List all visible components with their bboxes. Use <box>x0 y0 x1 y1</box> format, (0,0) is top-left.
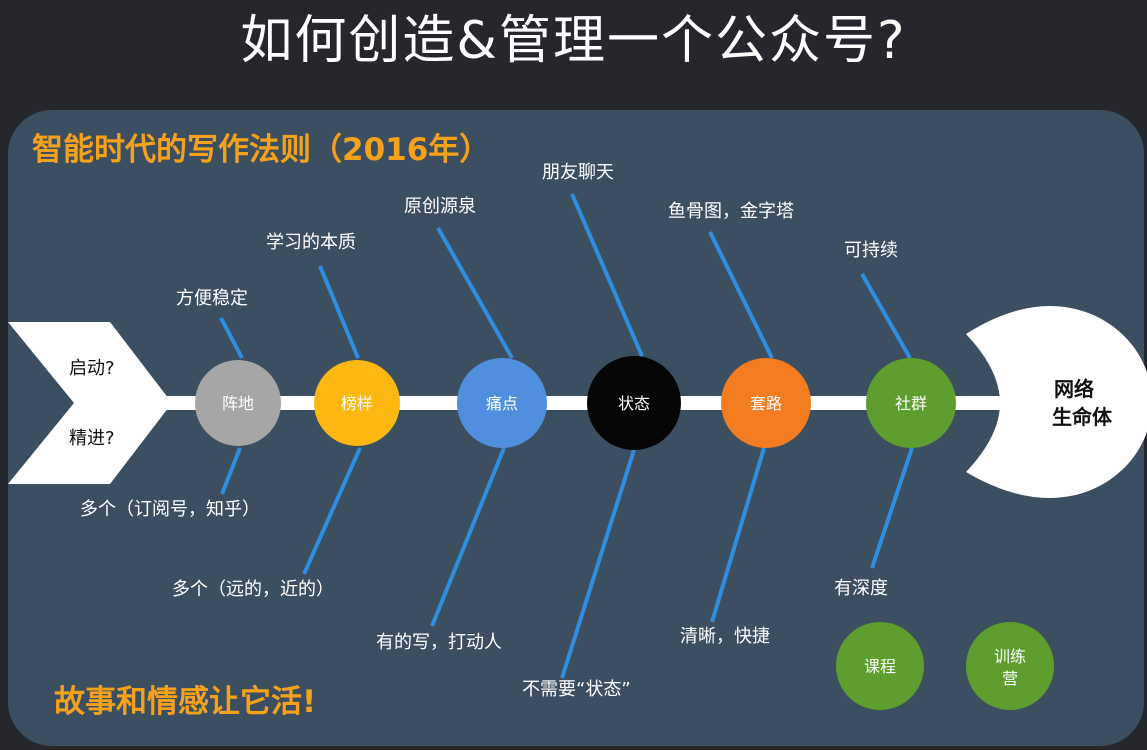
extra-label-0: 课程 <box>864 657 896 676</box>
node-label-4: 套路 <box>750 394 782 413</box>
extra-circle-1 <box>966 622 1054 710</box>
node-label-1: 榜样 <box>341 394 373 413</box>
top-label-0: 方便稳定 <box>176 288 248 309</box>
bone-line-bottom-0 <box>220 447 242 495</box>
fish-tail <box>8 322 172 484</box>
bottom-label-2: 有的写，打动人 <box>376 632 502 653</box>
bottom-label-4: 清晰，快捷 <box>680 626 770 647</box>
bone-line-bottom-5 <box>870 447 914 569</box>
head-line-2: 生命体 <box>1052 405 1113 429</box>
node-label-2: 痛点 <box>486 394 518 413</box>
extra-label-1-line2: 营 <box>1002 669 1018 688</box>
extra-label-1-line1: 训练 <box>994 647 1026 666</box>
bone-line-bottom-2 <box>430 447 506 627</box>
bone-line-bottom-4 <box>710 447 766 623</box>
bone-line-top-0 <box>219 317 244 359</box>
bone-lines <box>219 193 914 679</box>
node-label-3: 状态 <box>618 394 650 413</box>
bone-line-top-1 <box>318 265 360 359</box>
top-label-1: 学习的本质 <box>266 232 356 253</box>
top-label-4: 鱼骨图，金字塔 <box>668 201 794 222</box>
subtitle: 智能时代的写作法则（2016年） <box>32 132 490 168</box>
bone-line-top-3 <box>570 193 644 357</box>
bone-line-bottom-1 <box>302 447 362 575</box>
top-label-5: 可持续 <box>844 240 898 261</box>
bone-line-top-5 <box>860 273 912 359</box>
bottom-label-1: 多个（远的，近的） <box>172 579 334 600</box>
node-label-5: 社群 <box>895 394 927 413</box>
extra-circles: 课程 训练营 <box>836 622 1054 710</box>
fishbone-diagram: 启动? 精进? 网络 生命体 阵地 榜样 痛点 状态 套路 社群 方便稳定多个（订阅号，知… <box>8 132 1147 720</box>
footer-slogan: 故事和情感让它活! <box>54 684 316 720</box>
top-label-2: 原创源泉 <box>404 196 476 217</box>
bone-line-top-2 <box>436 227 514 359</box>
tail-label-improve: 精进? <box>69 428 115 449</box>
bottom-label-5: 有深度 <box>834 578 888 599</box>
bottom-label-0: 多个（订阅号，知乎） <box>80 499 260 520</box>
bone-line-bottom-3 <box>560 449 636 679</box>
node-label-0: 阵地 <box>222 394 254 413</box>
top-label-3: 朋友聊天 <box>542 162 614 183</box>
bone-line-top-4 <box>708 231 774 359</box>
tail-label-start: 启动? <box>69 358 115 379</box>
bottom-label-3: 不需要“状态” <box>522 679 631 700</box>
head-line-1: 网络 <box>1054 377 1094 401</box>
